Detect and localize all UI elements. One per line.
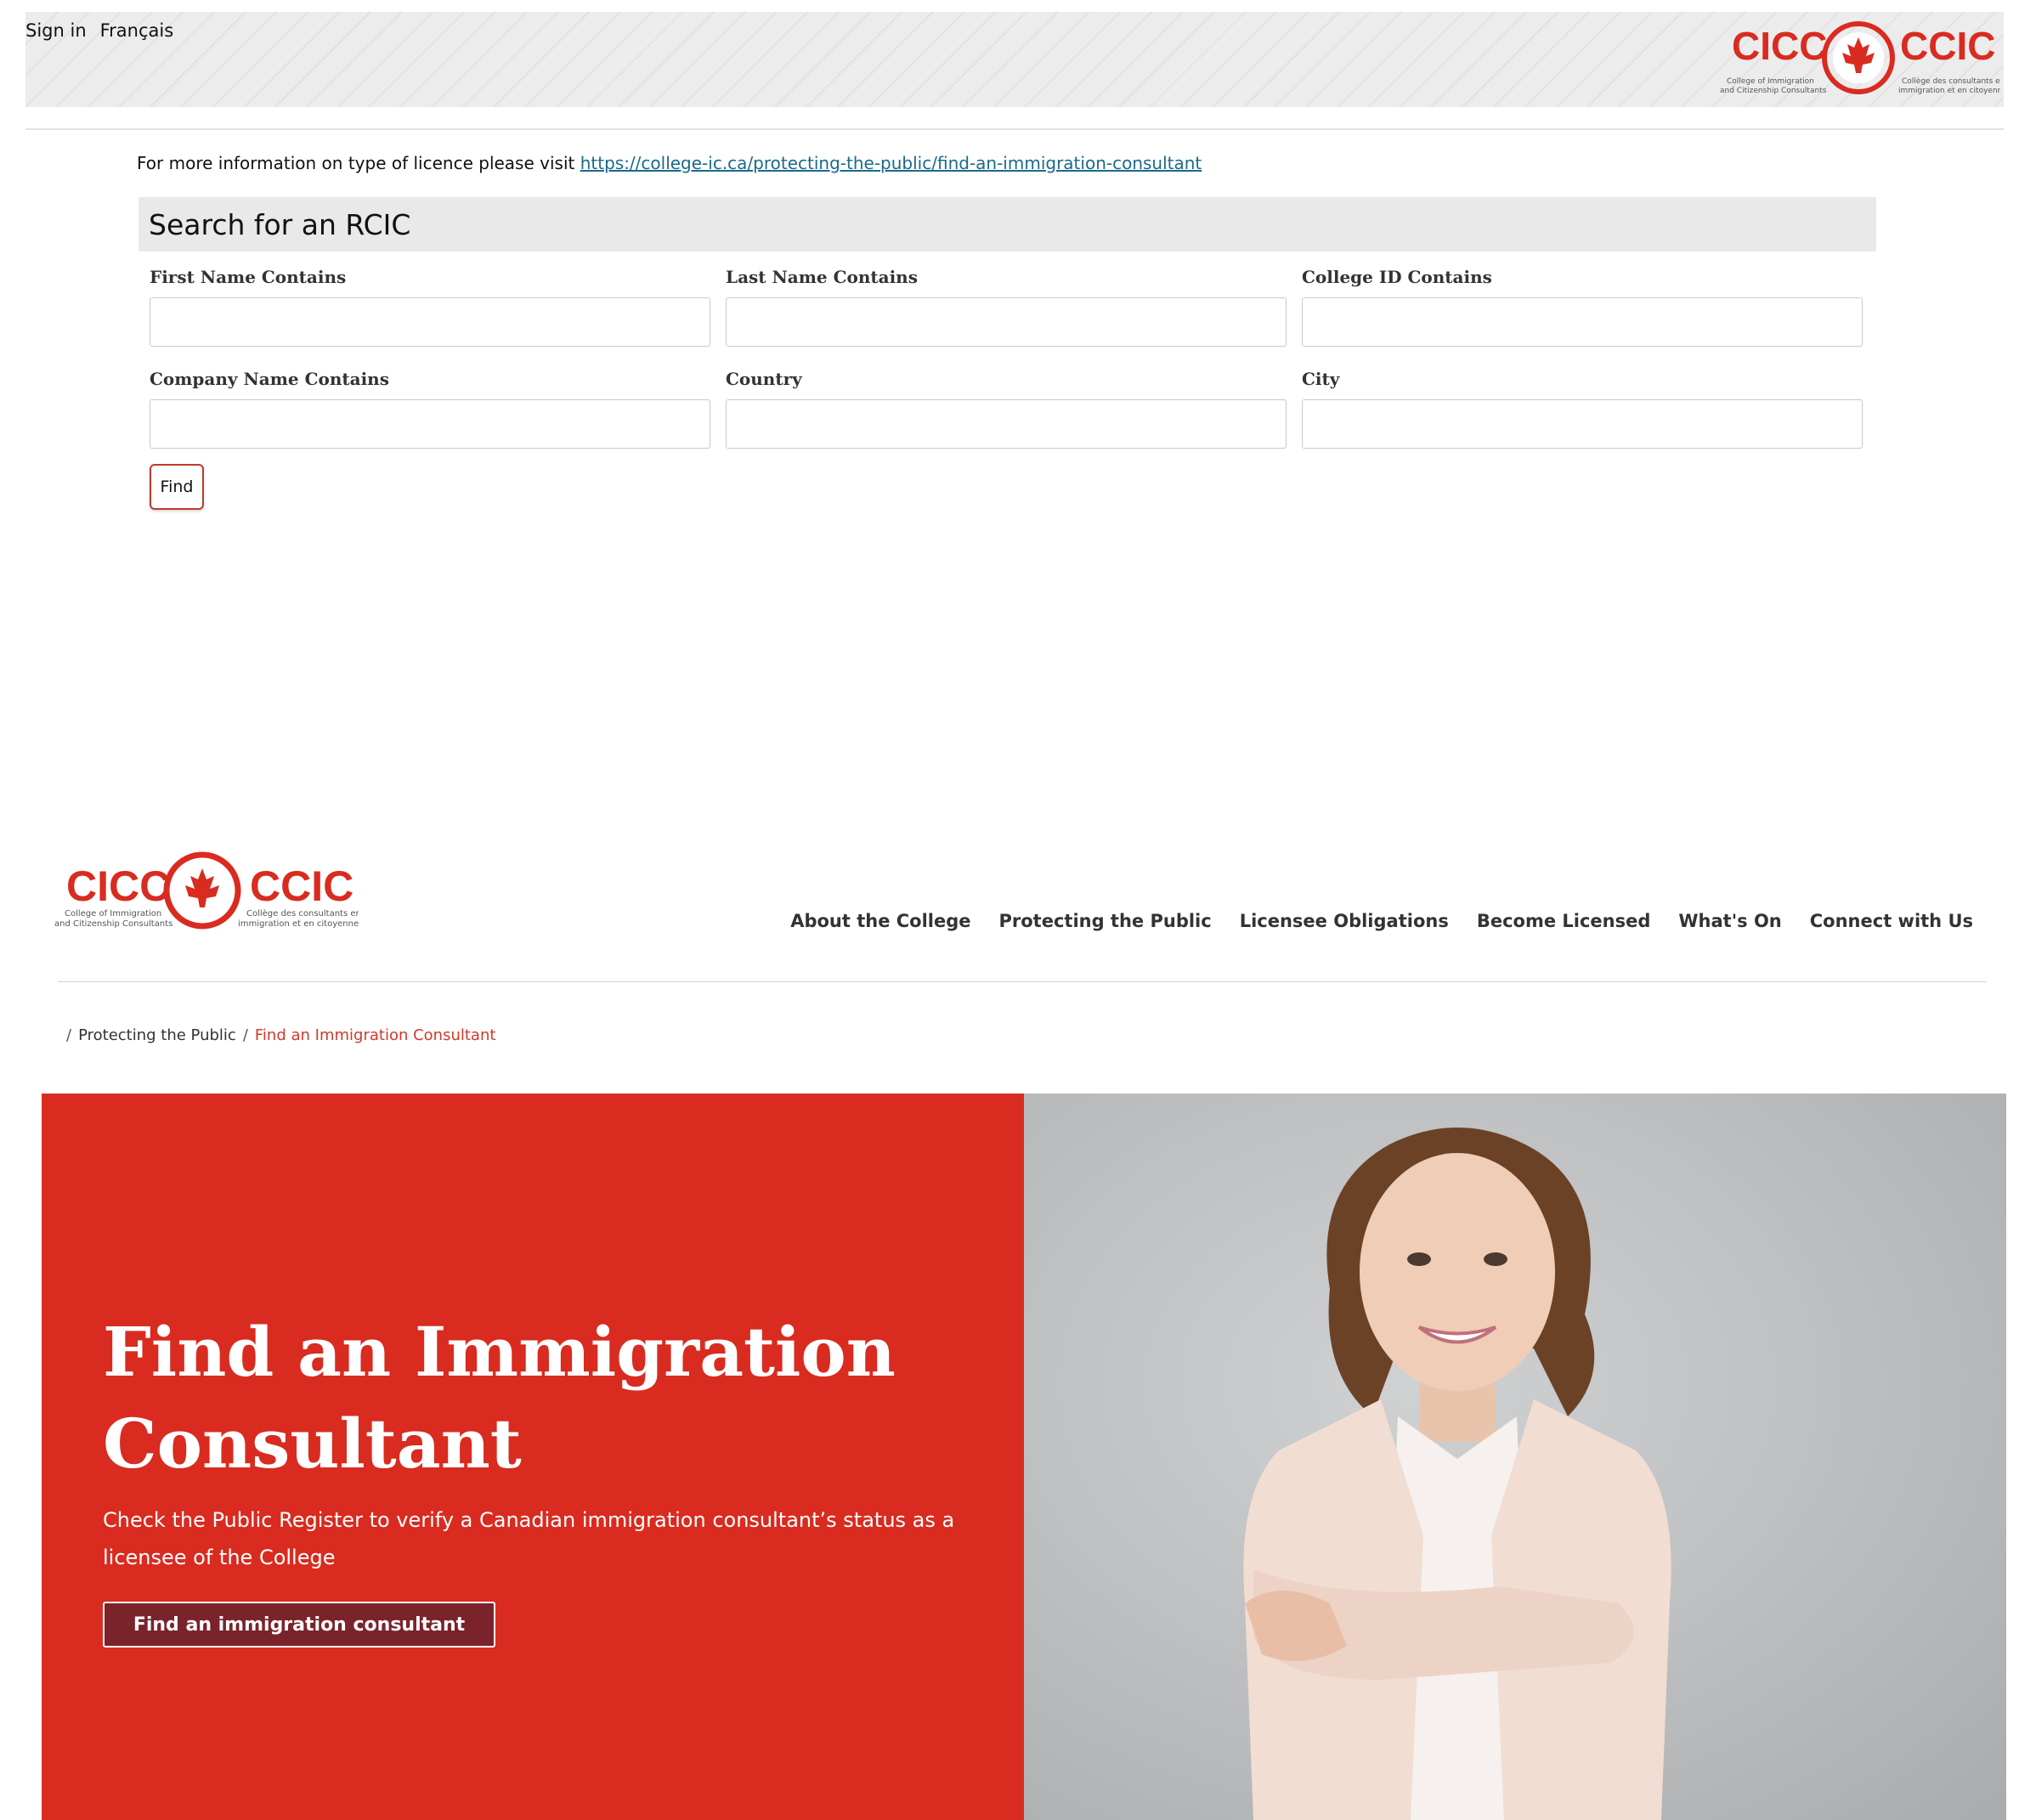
- country-input[interactable]: [726, 399, 1287, 449]
- logo-left-word: CICC: [1732, 24, 1827, 68]
- nav-divider: [58, 981, 1987, 982]
- site-logo[interactable]: CICC College of Immigration and Citizens…: [53, 850, 359, 943]
- country-label: Country: [726, 369, 802, 389]
- nav-licensee-obligations[interactable]: Licensee Obligations: [1240, 911, 1449, 931]
- site-logo-left-word: CICC: [66, 862, 170, 910]
- city-group: City: [1302, 369, 1863, 449]
- company-name-input[interactable]: [150, 399, 710, 449]
- search-title: Search for an RCIC: [149, 207, 411, 241]
- top-links: Sign in Français: [25, 20, 173, 41]
- consultant-portrait-image: [1243, 1128, 1671, 1820]
- last-name-label: Last Name Contains: [726, 267, 918, 287]
- college-id-input[interactable]: [1302, 297, 1863, 347]
- header-divider: [25, 128, 2004, 130]
- first-name-group: First Name Contains: [150, 267, 710, 347]
- company-name-group: Company Name Contains: [150, 369, 710, 449]
- rcic-search-panel: Search for an RCIC First Name Contains L…: [139, 197, 1876, 510]
- college-id-label: College ID Contains: [1302, 267, 1492, 287]
- logo-left-sub-1: College of Immigration: [1727, 77, 1814, 86]
- nav-about-the-college[interactable]: About the College: [790, 911, 970, 931]
- site-logo-right-sub-1: Collège des consultants en: [246, 908, 359, 918]
- main-nav: About the College Protecting the Public …: [790, 911, 1973, 931]
- licence-info-text: For more information on type of licence …: [137, 153, 580, 173]
- hero-subtitle: Check the Public Register to verify a Ca…: [103, 1508, 955, 1569]
- logo-left-sub-2: and Citizenship Consultants: [1720, 87, 1827, 95]
- first-name-input[interactable]: [150, 297, 710, 347]
- search-form-grid: First Name Contains Last Name Contains C…: [150, 267, 1863, 449]
- breadcrumb-separator: /: [242, 1026, 248, 1044]
- breadcrumb-current: Find an Immigration Consultant: [254, 1026, 496, 1044]
- breadcrumb: / Protecting the Public / Find an Immigr…: [66, 1026, 495, 1044]
- licence-info-link[interactable]: https://college-ic.ca/protecting-the-pub…: [580, 153, 1202, 173]
- country-group: Country: [726, 369, 1287, 449]
- nav-become-licensed[interactable]: Become Licensed: [1477, 911, 1651, 931]
- search-title-bar: Search for an RCIC: [139, 197, 1876, 252]
- nav-whats-on[interactable]: What's On: [1678, 911, 1781, 931]
- site-logo-right-sub-2: immigration et en citoyenneté: [238, 918, 359, 929]
- company-name-label: Company Name Contains: [150, 369, 389, 389]
- city-label: City: [1302, 369, 1340, 389]
- language-toggle-link[interactable]: Français: [100, 20, 174, 41]
- breadcrumb-separator: /: [66, 1026, 72, 1044]
- breadcrumb-protecting-the-public[interactable]: Protecting the Public: [78, 1026, 236, 1044]
- hero-banner: Find an Immigration Consultant Check the…: [42, 1094, 1024, 1820]
- top-header: Sign in Français CICC College of Immigra…: [25, 12, 2004, 107]
- last-name-group: Last Name Contains: [726, 267, 1287, 347]
- logo-right-word: CCIC: [1900, 24, 1995, 68]
- site-logo-right-word: CCIC: [250, 862, 353, 910]
- last-name-input[interactable]: [726, 297, 1287, 347]
- cicc-logo[interactable]: CICC College of Immigration and Citizens…: [1720, 17, 2000, 102]
- logo-right-sub-1: Collège des consultants en: [1902, 76, 2000, 86]
- city-input[interactable]: [1302, 399, 1863, 449]
- hero-title: Find an Immigration Consultant: [103, 1312, 896, 1484]
- first-name-label: First Name Contains: [150, 267, 347, 287]
- find-consultant-button[interactable]: Find an immigration consultant: [103, 1602, 495, 1648]
- logo-right-sub-2: immigration et en citoyenneté: [1898, 86, 2000, 95]
- site-logo-left-sub-1: College of Immigration: [65, 909, 161, 918]
- site-logo-left-sub-2: and Citizenship Consultants: [54, 919, 172, 929]
- licence-info-line: For more information on type of licence …: [137, 153, 1202, 173]
- sign-in-link[interactable]: Sign in: [25, 20, 87, 41]
- nav-connect-with-us[interactable]: Connect with Us: [1810, 911, 1973, 931]
- nav-protecting-the-public[interactable]: Protecting the Public: [999, 911, 1212, 931]
- college-id-group: College ID Contains: [1302, 267, 1863, 347]
- find-button[interactable]: Find: [150, 464, 204, 510]
- hero-image: [1024, 1094, 2006, 1820]
